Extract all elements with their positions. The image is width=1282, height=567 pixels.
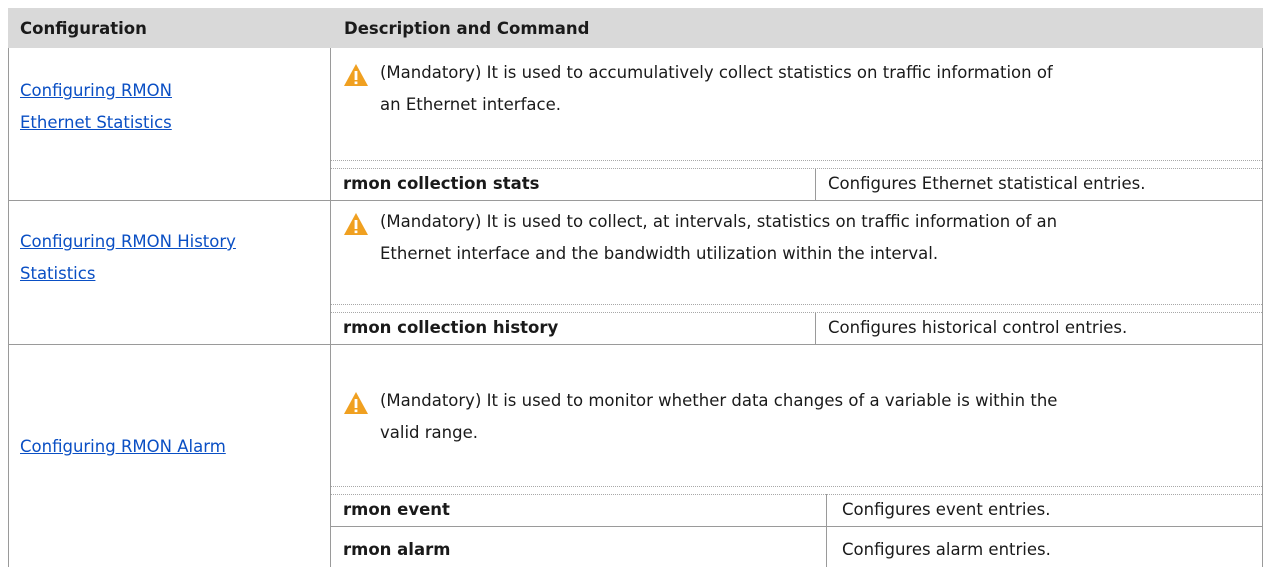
- warning-triangle-icon: [344, 213, 368, 235]
- command-description: Configures historical control entries.: [828, 318, 1128, 337]
- header-description: Description and Command: [330, 8, 1263, 48]
- link-line[interactable]: Ethernet Statistics: [20, 107, 172, 139]
- command-rmon-collection-stats: rmon collection stats: [343, 174, 540, 193]
- link-configuring-rmon-alarm[interactable]: Configuring RMON Alarm: [20, 431, 226, 463]
- header-configuration-label: Configuration: [20, 18, 147, 38]
- note-text: (Mandatory) It is used to collect, at in…: [380, 206, 1260, 270]
- command-description: Configures event entries.: [842, 500, 1051, 519]
- command-rmon-event: rmon event: [343, 500, 450, 519]
- configuration-table: Configuration Description and Command Co…: [8, 8, 1263, 567]
- link-line[interactable]: Configuring RMON: [20, 75, 172, 107]
- link-line[interactable]: Configuring RMON Alarm: [20, 431, 226, 463]
- link-configuring-rmon-ethernet-statistics[interactable]: Configuring RMON Ethernet Statistics: [20, 75, 172, 139]
- command-description: Configures alarm entries.: [842, 540, 1051, 559]
- warning-triangle-icon: [344, 392, 368, 414]
- note-line: (Mandatory) It is used to monitor whethe…: [380, 391, 1058, 410]
- note-line: Ethernet interface and the bandwidth uti…: [380, 244, 939, 263]
- note-text: (Mandatory) It is used to monitor whethe…: [380, 385, 1260, 449]
- note-line: an Ethernet interface.: [380, 95, 561, 114]
- command-rmon-alarm: rmon alarm: [343, 540, 451, 559]
- link-line[interactable]: Configuring RMON History: [20, 226, 236, 258]
- note-text: (Mandatory) It is used to accumulatively…: [380, 57, 1260, 121]
- command-description: Configures Ethernet statistical entries.: [828, 174, 1146, 193]
- note-line: (Mandatory) It is used to accumulatively…: [380, 63, 1053, 82]
- header-description-label: Description and Command: [344, 18, 590, 38]
- command-rmon-collection-history: rmon collection history: [343, 318, 559, 337]
- note-line: (Mandatory) It is used to collect, at in…: [380, 212, 1058, 231]
- header-configuration: Configuration: [8, 8, 330, 48]
- warning-triangle-icon: [344, 64, 368, 86]
- note-line: valid range.: [380, 423, 478, 442]
- link-configuring-rmon-history-statistics[interactable]: Configuring RMON History Statistics: [20, 226, 236, 290]
- link-line[interactable]: Statistics: [20, 258, 236, 290]
